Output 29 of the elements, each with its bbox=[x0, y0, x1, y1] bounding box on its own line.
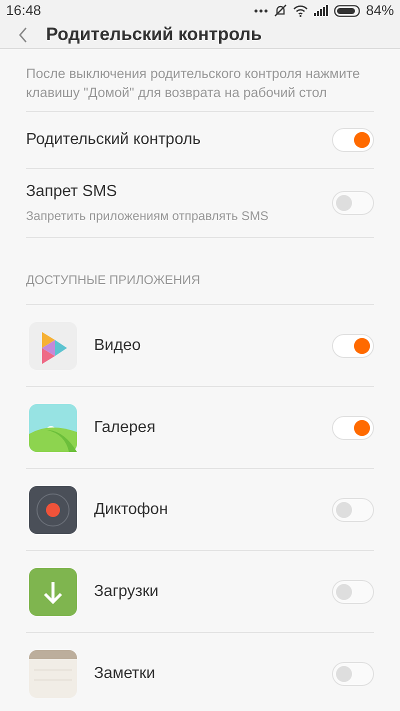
landscape-icon bbox=[29, 404, 77, 452]
app-name: Загрузки bbox=[94, 582, 160, 602]
more-icon bbox=[254, 8, 268, 12]
app-name: Видео bbox=[94, 336, 142, 356]
app-name: Заметки bbox=[94, 664, 156, 684]
battery-icon bbox=[334, 4, 360, 16]
wifi-icon bbox=[292, 4, 308, 16]
toggle-switch[interactable] bbox=[332, 662, 374, 686]
app-name: Галерея bbox=[94, 418, 156, 438]
page-title: Родительский контроль bbox=[46, 23, 262, 46]
status-time: 16:48 bbox=[6, 1, 42, 20]
toggle-switch[interactable] bbox=[332, 580, 374, 604]
signal-icon bbox=[314, 5, 328, 16]
notepad-icon bbox=[29, 650, 77, 698]
info-note: После выключения родительского контроля нажмите клавишу "Домой" для возврата на рабочий стол bbox=[26, 65, 361, 102]
toggle-switch[interactable] bbox=[332, 334, 374, 358]
app-name: Диктофон bbox=[94, 500, 169, 520]
toggle-switch[interactable] bbox=[332, 416, 374, 440]
toggle-switch[interactable] bbox=[332, 128, 374, 152]
alarm-off-icon bbox=[274, 4, 287, 17]
toggle-switch[interactable] bbox=[332, 191, 374, 215]
toggle-switch[interactable] bbox=[332, 498, 374, 522]
record-icon bbox=[29, 486, 77, 534]
setting-label: Родительский контроль bbox=[26, 130, 202, 150]
setting-label: Запрет SMS bbox=[26, 182, 118, 202]
section-title: ДОСТУПНЫЕ ПРИЛОЖЕНИЯ bbox=[26, 273, 200, 287]
back-icon[interactable] bbox=[18, 26, 28, 42]
setting-description: Запретить приложениям отправлять SMS bbox=[26, 208, 270, 226]
battery-percent: 84% bbox=[366, 1, 394, 20]
